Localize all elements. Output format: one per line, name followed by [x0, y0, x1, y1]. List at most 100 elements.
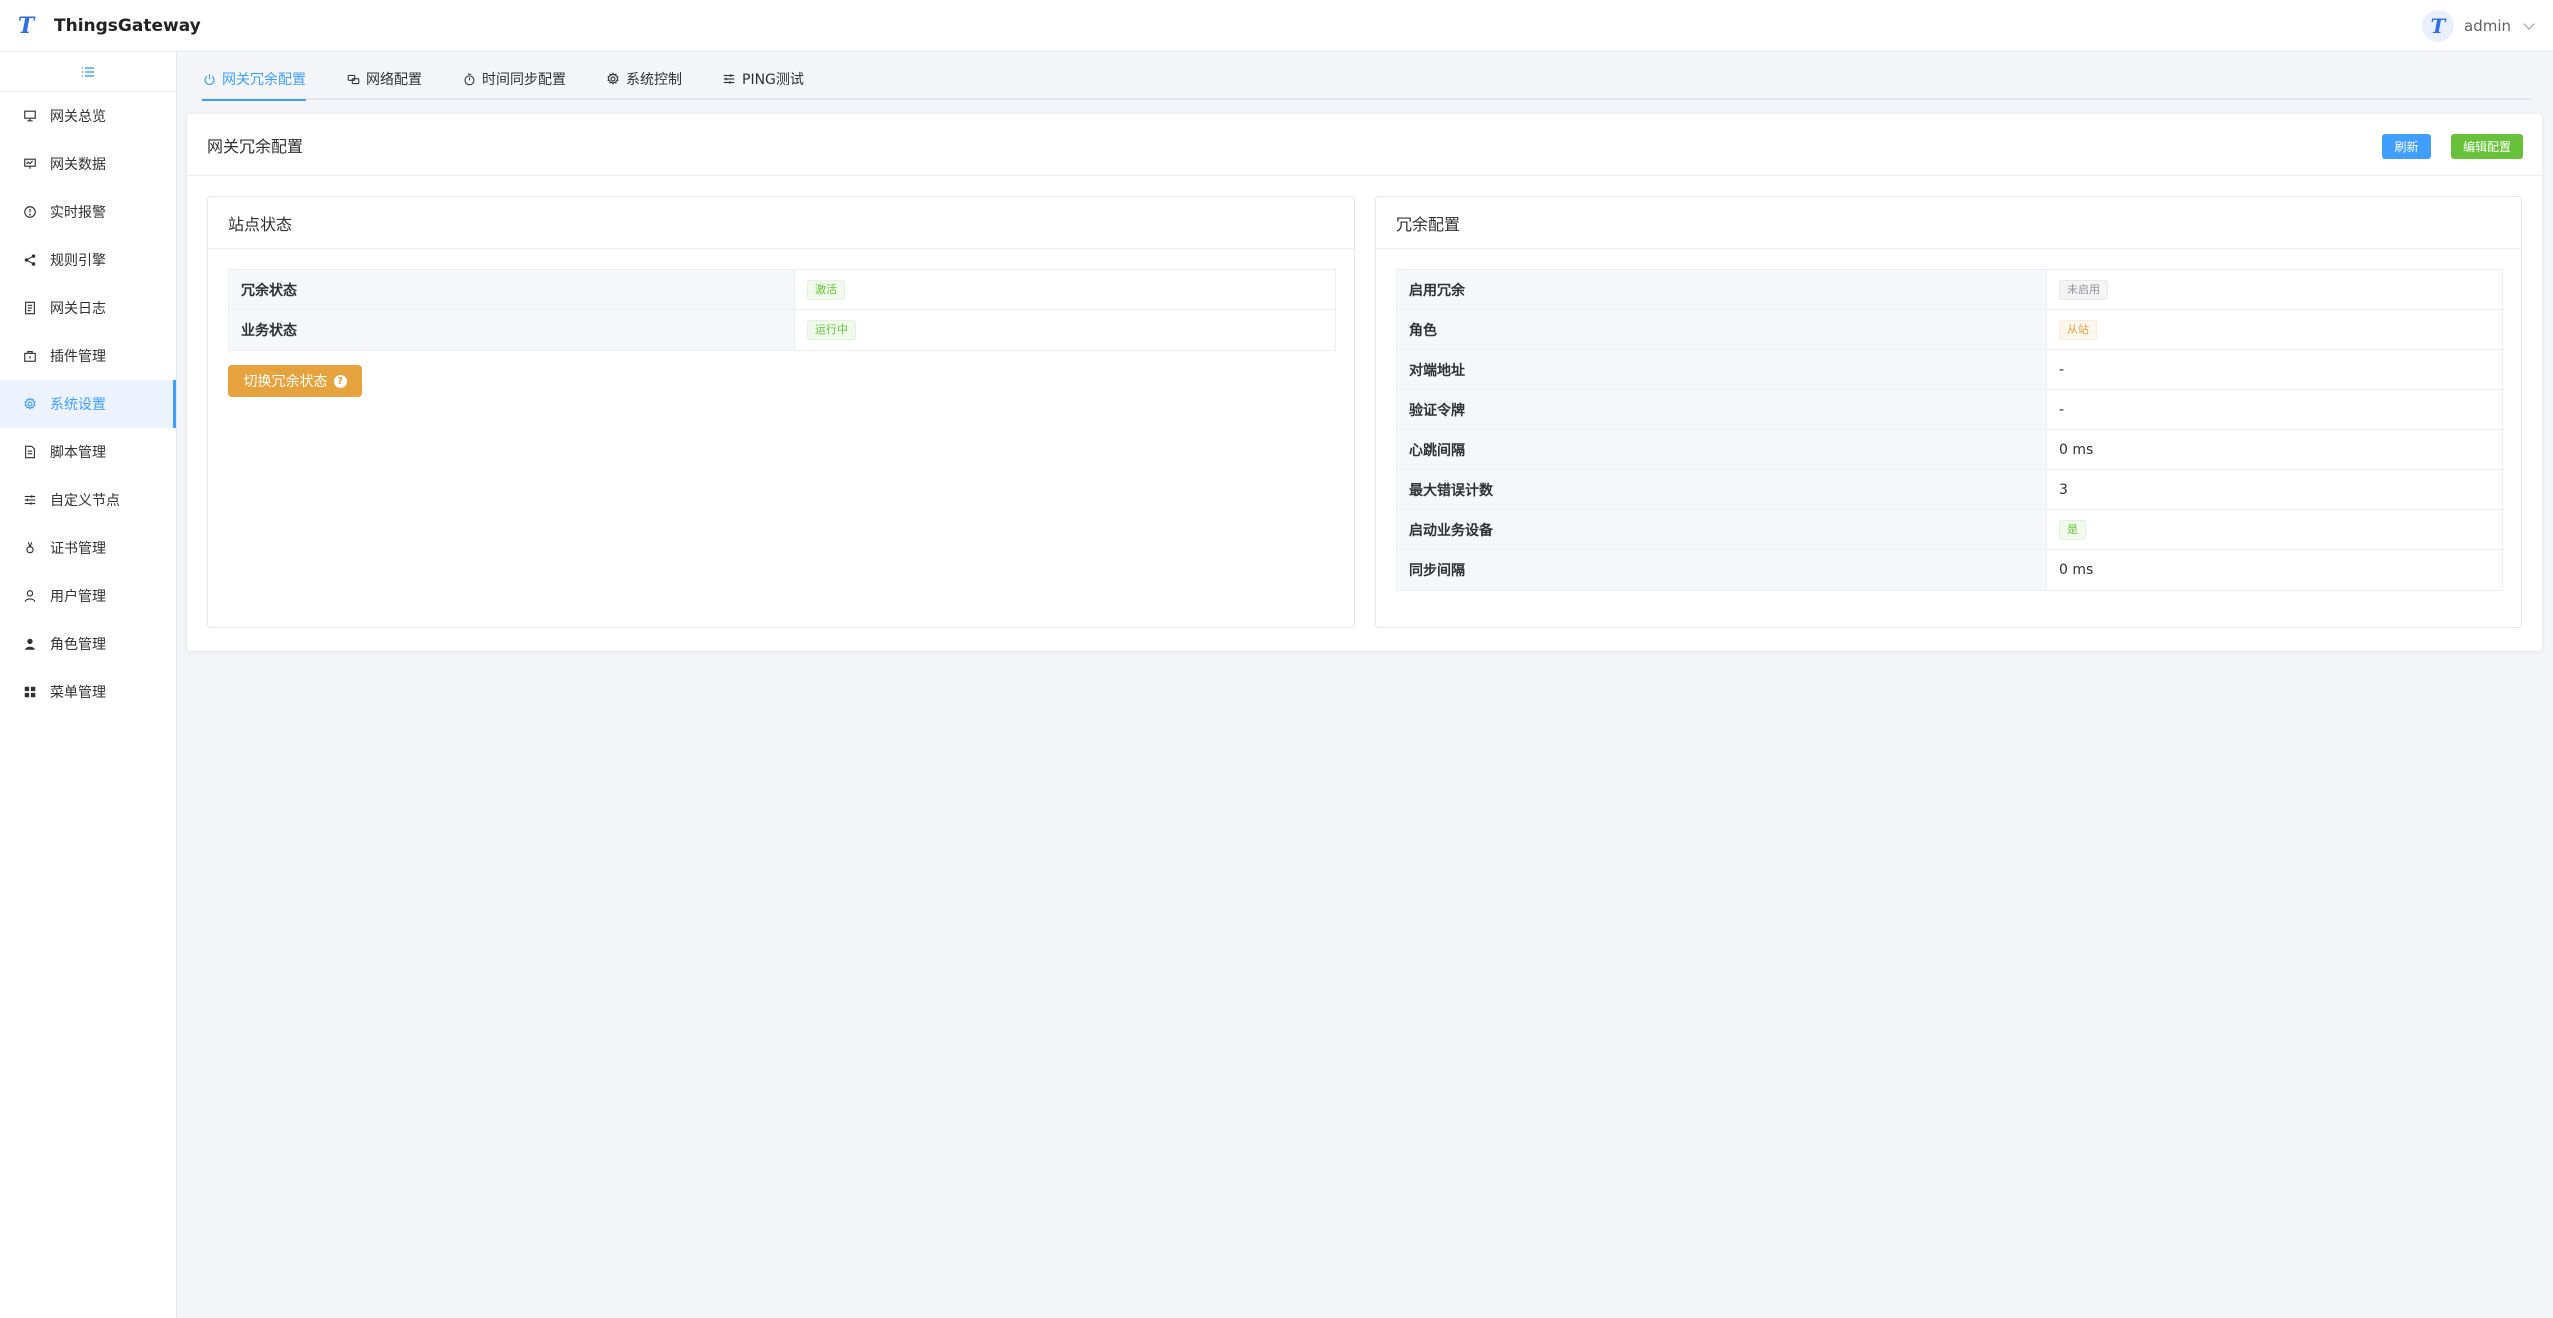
- field-value-cell: 3: [2047, 470, 2502, 509]
- table-row: 冗余状态 激活: [229, 270, 1335, 310]
- sidebar-item-4[interactable]: 网关日志: [0, 284, 176, 332]
- field-label: 最大错误计数: [1397, 470, 2047, 509]
- help-icon[interactable]: ?: [333, 374, 347, 388]
- dashboard-icon: [22, 108, 38, 124]
- field-label: 启动业务设备: [1397, 510, 2047, 549]
- edit-config-button[interactable]: 编辑配置: [2451, 134, 2523, 159]
- grid-icon: [22, 684, 38, 700]
- tab-label: PING测试: [742, 72, 804, 88]
- redundancy-config-panel: 冗余配置 启用冗余 未启用 角色 从站 对端地址 - 验证令牌 - 心跳间隔 0 ms 最大错误计数…: [1375, 196, 2522, 628]
- site-status-panel: 站点状态 冗余状态 激活 业务状态 运行中 切换冗余状态 ?: [207, 196, 1355, 628]
- sliders-icon: [722, 72, 736, 86]
- table-row: 启动业务设备是: [1397, 510, 2502, 550]
- sidebar-item-8[interactable]: 自定义节点: [0, 476, 176, 524]
- status-badge: 运行中: [807, 320, 856, 340]
- avatar[interactable]: T: [2422, 10, 2454, 42]
- sliders-icon: [22, 492, 38, 508]
- field-value: 0 ms: [2059, 441, 2094, 458]
- username[interactable]: admin: [2464, 17, 2511, 35]
- site-status-title: 站点状态: [208, 197, 1354, 249]
- app-title: ThingsGateway: [54, 15, 201, 36]
- chevron-down-icon[interactable]: [2523, 17, 2535, 30]
- data-icon: [22, 156, 38, 172]
- sidebar-item-label: 证书管理: [50, 541, 106, 557]
- sidebar-item-11[interactable]: 角色管理: [0, 620, 176, 668]
- switch-redundancy-button[interactable]: 切换冗余状态 ?: [228, 365, 362, 397]
- menu-collapse-button[interactable]: [0, 52, 176, 92]
- gear-icon: [606, 72, 620, 86]
- field-label: 同步间隔: [1397, 550, 2047, 590]
- status-badge: 从站: [2059, 319, 2097, 340]
- sidebar-item-0[interactable]: 网关总览: [0, 92, 176, 140]
- sidebar-item-label: 实时报警: [50, 205, 106, 221]
- sidebar-item-label: 网关数据: [50, 157, 106, 173]
- menu-fold-icon[interactable]: [80, 64, 96, 80]
- field-label: 启用冗余: [1397, 270, 2047, 309]
- table-row: 同步间隔 0 ms: [1397, 550, 2502, 590]
- tab-label: 时间同步配置: [482, 72, 566, 88]
- switch-redundancy-label[interactable]: 切换冗余状态: [244, 371, 328, 391]
- field-label: 业务状态: [229, 310, 795, 350]
- sidebar-item-3[interactable]: 规则引擎: [0, 236, 176, 284]
- site-status-table: 冗余状态 激活 业务状态 运行中: [228, 269, 1336, 351]
- network-icon: [346, 72, 360, 86]
- field-value: -: [2059, 401, 2065, 418]
- redundancy-config-title: 冗余配置: [1376, 197, 2521, 249]
- tab-3[interactable]: 系统控制: [606, 59, 682, 99]
- sidebar-item-label: 自定义节点: [50, 493, 120, 509]
- sidebar-item-5[interactable]: 插件管理: [0, 332, 176, 380]
- logo-icon: T: [17, 12, 35, 39]
- sidebar: 网关总览网关数据实时报警规则引擎网关日志插件管理系统设置脚本管理自定义节点证书管…: [0, 52, 177, 1318]
- table-row: 最大错误计数 3: [1397, 470, 2502, 510]
- field-value: -: [2059, 361, 2065, 378]
- sidebar-item-6[interactable]: 系统设置: [0, 380, 176, 428]
- field-value-cell: 0 ms: [2047, 430, 2502, 469]
- sidebar-item-12[interactable]: 菜单管理: [0, 668, 176, 716]
- sidebar-item-label: 规则引擎: [50, 253, 106, 269]
- tab-label: 网络配置: [366, 72, 422, 88]
- field-value-cell: 运行中: [795, 310, 1335, 350]
- refresh-button[interactable]: 刷新: [2382, 134, 2431, 159]
- sidebar-item-label: 系统设置: [50, 397, 106, 413]
- sidebar-item-label: 脚本管理: [50, 445, 106, 461]
- tab-label: 网关冗余配置: [222, 72, 306, 88]
- field-label: 角色: [1397, 310, 2047, 349]
- user-icon: [22, 588, 38, 604]
- sidebar-item-10[interactable]: 用户管理: [0, 572, 176, 620]
- tab-0[interactable]: 网关冗余配置: [202, 59, 306, 101]
- sidebar-item-label: 网关日志: [50, 301, 106, 317]
- plugin-icon: [22, 348, 38, 364]
- top-header: T ThingsGateway T admin: [0, 0, 2553, 52]
- sidebar-item-label: 用户管理: [50, 589, 106, 605]
- table-row: 启用冗余 未启用: [1397, 270, 2502, 310]
- field-value-cell: -: [2047, 390, 2502, 429]
- sidebar-item-2[interactable]: 实时报警: [0, 188, 176, 236]
- gear-icon: [22, 396, 38, 412]
- tab-1[interactable]: 网络配置: [346, 59, 422, 99]
- page-title: 网关冗余配置: [207, 136, 304, 156]
- field-value-cell: 激活: [795, 270, 1335, 309]
- field-label: 验证令牌: [1397, 390, 2047, 429]
- field-value: 3: [2059, 481, 2068, 498]
- table-row: 业务状态 运行中: [229, 310, 1335, 350]
- tab-4[interactable]: PING测试: [722, 59, 804, 99]
- table-row: 对端地址 -: [1397, 350, 2502, 390]
- sidebar-item-1[interactable]: 网关数据: [0, 140, 176, 188]
- certificate-icon: [22, 540, 38, 556]
- alarm-icon: [22, 204, 38, 220]
- field-value: 0 ms: [2059, 562, 2094, 578]
- sidebar-item-7[interactable]: 脚本管理: [0, 428, 176, 476]
- field-label: 心跳间隔: [1397, 430, 2047, 469]
- status-badge: 激活: [807, 279, 845, 300]
- field-value-cell: -: [2047, 350, 2502, 389]
- user-menu[interactable]: T admin: [2422, 0, 2535, 52]
- sidebar-item-9[interactable]: 证书管理: [0, 524, 176, 572]
- field-label: 冗余状态: [229, 270, 795, 309]
- status-badge: 是: [2059, 519, 2086, 540]
- field-label: 对端地址: [1397, 350, 2047, 389]
- sidebar-item-label: 插件管理: [50, 349, 106, 365]
- redundancy-config-table: 启用冗余 未启用 角色 从站 对端地址 - 验证令牌 - 心跳间隔 0 ms 最大错误计数 3 启动业务…: [1396, 269, 2503, 591]
- tab-2[interactable]: 时间同步配置: [462, 59, 566, 99]
- sidebar-item-label: 角色管理: [50, 637, 106, 653]
- field-value-cell: 未启用: [2047, 270, 2502, 309]
